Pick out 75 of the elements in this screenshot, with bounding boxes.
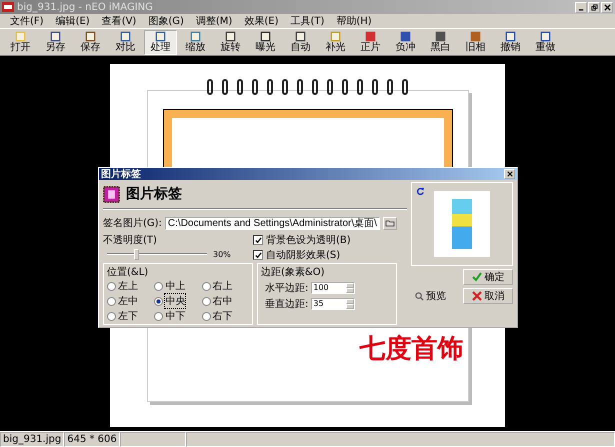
toolbar-button[interactable]: 曝光 <box>249 30 282 54</box>
status-text: big_931.jpg <box>0 432 64 447</box>
toolbar-button[interactable]: 撤销 <box>494 30 527 54</box>
restore-icon <box>590 4 598 10</box>
dialog-heading: 图片标签 <box>126 185 182 203</box>
app-icon <box>2 2 14 12</box>
menu-item[interactable]: 文件(F) <box>4 14 50 28</box>
opacity-reading: 30% <box>213 250 231 259</box>
menu-item[interactable]: 查看(V) <box>96 14 142 28</box>
radio-option[interactable]: 左下 <box>107 309 154 323</box>
check-icon <box>472 272 482 282</box>
close-button[interactable] <box>601 2 613 12</box>
menu-item[interactable]: 调整(M) <box>190 14 238 28</box>
menu-item[interactable]: 帮助(H) <box>330 14 378 28</box>
toolbar-button[interactable]: 对比 <box>109 30 142 54</box>
radio-option[interactable]: 右中 <box>202 294 249 308</box>
path-field[interactable]: C:\Documents and Settings\Administrator\桌面\ <box>164 216 380 230</box>
checkbox-option[interactable]: 背景色设为透明(B) <box>253 233 351 247</box>
close-icon <box>604 4 610 10</box>
ok-button[interactable]: 确定 <box>463 269 513 285</box>
group-title: 边距(象素&O) <box>261 266 326 279</box>
toolbar-button[interactable]: 负冲 <box>389 30 422 54</box>
toolbar-button[interactable]: 处理 <box>144 30 177 54</box>
toolbar-button[interactable]: 自动 <box>284 30 317 54</box>
refresh-icon[interactable] <box>416 187 425 196</box>
radio-option[interactable]: 中上 <box>154 279 202 293</box>
menu-item[interactable]: 工具(T) <box>284 14 330 28</box>
toolbar-button[interactable]: 重做 <box>529 30 562 54</box>
check-icon <box>254 252 262 258</box>
opacity-slider[interactable] <box>107 249 207 260</box>
field-label: 水平边距: <box>265 282 308 295</box>
radio-option[interactable]: 左中 <box>107 294 154 308</box>
close-icon <box>506 171 512 177</box>
radio-option[interactable]: 左上 <box>107 279 154 293</box>
preview-image-placeholder <box>434 191 490 257</box>
cancel-button[interactable]: 取消 <box>463 288 513 304</box>
minimize-button[interactable] <box>575 2 587 12</box>
toolbar-button[interactable]: 保存 <box>74 30 107 54</box>
restore-button[interactable] <box>588 2 600 12</box>
image-caption: 七度首饰 <box>360 332 464 366</box>
tag-icon <box>103 186 120 202</box>
browse-button[interactable] <box>382 216 397 230</box>
status-text: 645 * 606 <box>64 432 120 447</box>
opacity-label: 不透明度(T) <box>103 234 158 247</box>
toolbar-button[interactable]: 旧相 <box>459 30 492 54</box>
checkbox[interactable] <box>253 235 263 245</box>
number-spinner[interactable]: 35 <box>311 298 356 310</box>
toolbar-button[interactable]: 正片 <box>354 30 387 54</box>
dialog-title: 图片标签 <box>101 168 141 181</box>
toolbar-button[interactable]: 黑白 <box>424 30 457 54</box>
radio-option[interactable]: 右上 <box>202 279 249 293</box>
toolbar-button[interactable]: 旋转 <box>214 30 247 54</box>
toolbar-button[interactable]: 缩放 <box>179 30 212 54</box>
menu-item[interactable]: 效果(E) <box>238 14 284 28</box>
search-icon <box>415 292 424 300</box>
window-title: big_931.jpg - nEO iMAGING <box>17 2 154 12</box>
field-label: 签名图片(G): <box>103 216 162 230</box>
radio-option[interactable]: 右下 <box>202 309 249 323</box>
number-spinner[interactable]: 100 <box>311 282 356 294</box>
radio-option[interactable]: 中下 <box>154 309 202 323</box>
menu-item[interactable]: 图象(G) <box>142 14 190 28</box>
toolbar-button[interactable]: 另存 <box>39 30 72 54</box>
preview-link[interactable]: 预览 <box>415 289 446 303</box>
toolbar-button[interactable]: 补光 <box>319 30 352 54</box>
slider-thumb[interactable] <box>134 249 139 260</box>
cross-icon <box>472 291 482 301</box>
check-icon <box>254 236 262 244</box>
checkbox-option[interactable]: 自动阴影效果(S) <box>253 248 351 262</box>
close-button[interactable] <box>504 169 515 179</box>
field-label: 垂直边距: <box>265 298 308 311</box>
toolbar-button[interactable]: 打开 <box>4 30 37 54</box>
radio-option[interactable]: 中央 <box>154 294 202 308</box>
checkbox[interactable] <box>253 250 263 260</box>
menu-item[interactable]: 编辑(E) <box>50 14 96 28</box>
group-title: 位置(&L) <box>107 266 150 279</box>
